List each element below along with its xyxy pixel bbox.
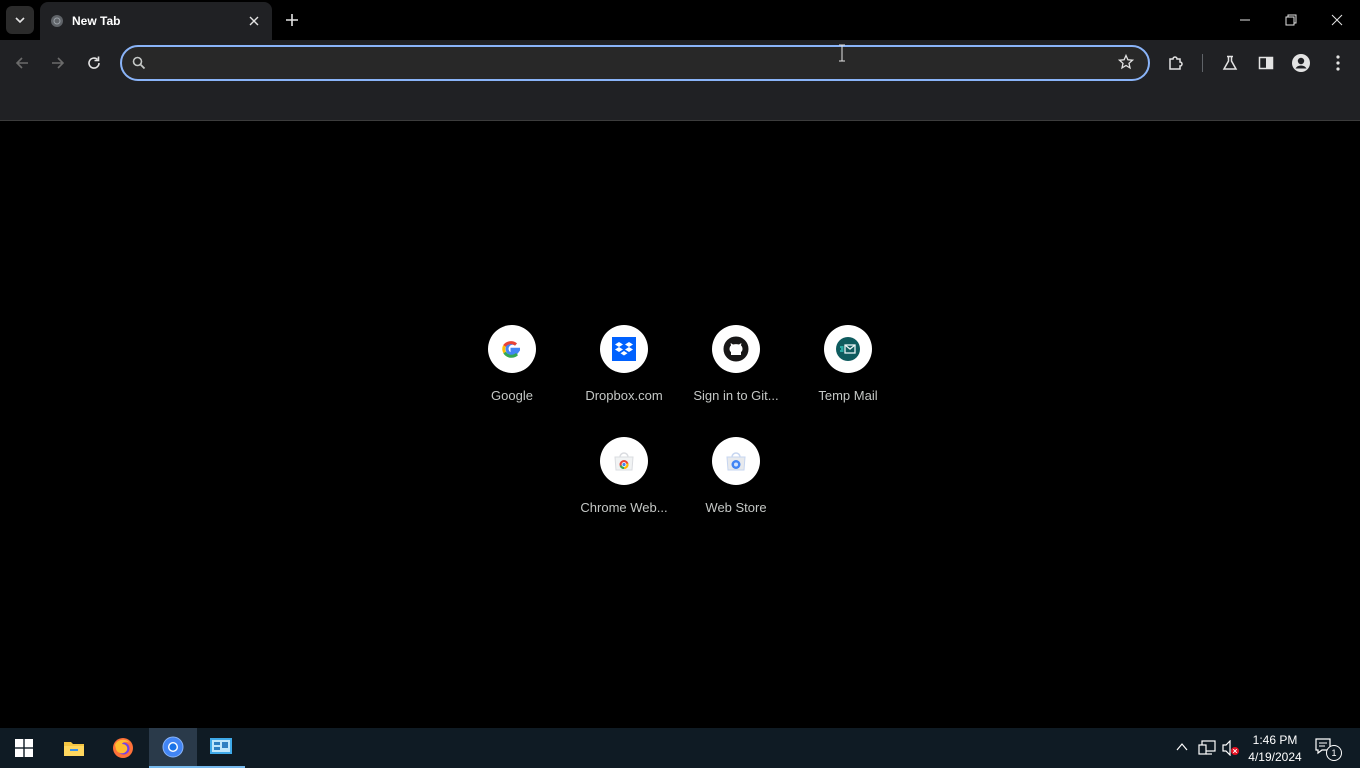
arrow-right-icon [52, 57, 65, 69]
close-icon [249, 16, 259, 26]
shortcut-label: Temp Mail [818, 388, 878, 403]
chrome-web-store-icon [600, 437, 648, 485]
close-icon [1331, 14, 1343, 26]
minimize-icon [1240, 19, 1250, 21]
restore-button[interactable] [1268, 6, 1314, 34]
temp-mail-icon [824, 325, 872, 373]
address-bar[interactable] [120, 45, 1150, 81]
tab-search-button[interactable] [6, 6, 34, 34]
taskbar-control-panel[interactable] [197, 728, 245, 768]
toolbar-divider [1202, 54, 1203, 72]
back-button[interactable] [11, 52, 33, 74]
volume-muted-icon[interactable] [1222, 740, 1240, 756]
clock-time[interactable]: 1:46 PM [1244, 733, 1306, 747]
clock-date[interactable]: 4/19/2024 [1244, 750, 1306, 764]
notification-center-button[interactable]: 1 [1314, 737, 1342, 761]
taskbar-firefox[interactable] [99, 728, 147, 768]
reload-button[interactable] [83, 52, 105, 74]
menu-button[interactable] [1328, 53, 1348, 73]
avatar-icon [1292, 54, 1310, 72]
shortcut-google[interactable]: Google [456, 325, 568, 435]
labs-button[interactable] [1220, 53, 1240, 73]
globe-icon [51, 15, 63, 27]
close-window-button[interactable] [1314, 6, 1360, 34]
start-button[interactable] [0, 728, 48, 768]
search-icon [132, 56, 146, 70]
address-input[interactable] [152, 51, 1106, 77]
plus-icon [286, 14, 298, 26]
puzzle-icon [1169, 56, 1183, 70]
tab-title: New Tab [72, 14, 121, 28]
minimize-button[interactable] [1222, 6, 1268, 34]
firefox-icon [113, 738, 133, 758]
shortcut-label: Chrome Web... [580, 500, 668, 515]
text-cursor-icon [839, 44, 845, 62]
reload-icon [88, 56, 100, 69]
bookmarks-bar [0, 86, 1360, 121]
google-icon [488, 325, 536, 373]
profile-button[interactable] [1291, 53, 1311, 73]
extensions-button[interactable] [1166, 53, 1186, 73]
github-icon [712, 325, 760, 373]
shortcut-github[interactable]: Sign in to Git... [680, 325, 792, 435]
side-panel-icon [1258, 56, 1274, 70]
shortcut-label: Dropbox.com [585, 388, 663, 403]
shortcut-label: Sign in to Git... [693, 388, 779, 403]
arrow-left-icon [15, 57, 28, 69]
restore-icon [1285, 14, 1297, 26]
taskbar-chrome[interactable] [149, 728, 197, 768]
chrome-icon [162, 736, 184, 758]
new-tab-button[interactable] [282, 10, 302, 30]
flask-icon [1222, 55, 1238, 70]
tab-new-tab[interactable]: New Tab [40, 2, 272, 40]
forward-button[interactable] [47, 52, 69, 74]
shortcut-dropbox[interactable]: Dropbox.com [568, 325, 680, 435]
notification-count-badge: 1 [1326, 745, 1342, 761]
taskbar-file-explorer[interactable] [50, 728, 98, 768]
shortcut-label: Google [491, 388, 533, 403]
web-store-icon [712, 437, 760, 485]
file-explorer-icon [64, 742, 84, 756]
shortcut-chrome-web-store[interactable]: Chrome Web... [568, 437, 680, 547]
side-panel-button[interactable] [1256, 53, 1276, 73]
dropbox-icon [600, 325, 648, 373]
windows-start-icon [15, 739, 33, 757]
control-panel-icon [210, 738, 232, 754]
shortcut-web-store[interactable]: Web Store [680, 437, 792, 547]
chevron-up-icon[interactable] [1176, 742, 1188, 752]
shortcut-temp-mail[interactable]: Temp Mail [792, 325, 904, 435]
tab-close-button[interactable] [245, 12, 263, 30]
chevron-down-icon [15, 17, 25, 24]
shortcut-label: Web Store [705, 500, 767, 515]
more-vert-icon [1336, 55, 1340, 71]
star-icon[interactable] [1118, 54, 1134, 70]
network-icon[interactable] [1198, 740, 1216, 756]
